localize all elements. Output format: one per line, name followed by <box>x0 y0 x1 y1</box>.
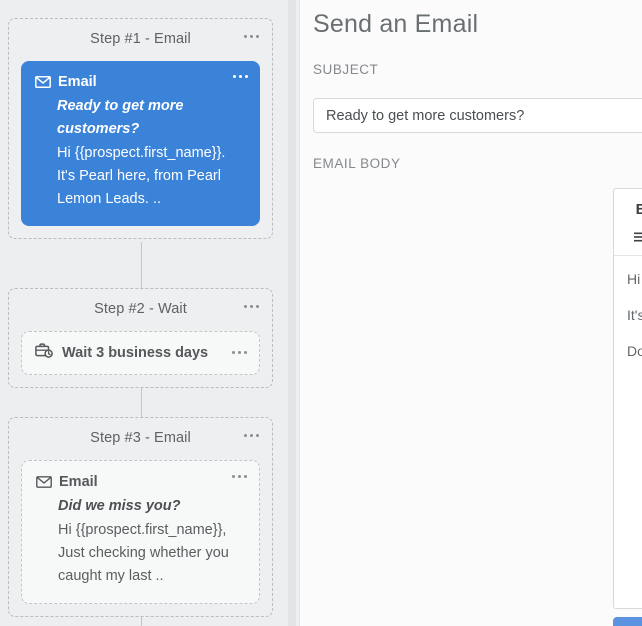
email-body-editor[interactable]: Hi {{prospect.first_name}}. It's Pearl h… <box>614 256 642 608</box>
sequence-pane-scrollbar[interactable] <box>284 0 300 626</box>
step-header-2: Step #2 - Wait <box>9 289 272 331</box>
node-preview-1: Ready to get more customers? Hi {{prospe… <box>57 95 246 211</box>
step-title-2: Step #2 - Wait <box>94 301 187 317</box>
email-body-label: EMAIL BODY <box>313 156 401 171</box>
page-title: Send an Email <box>313 10 479 38</box>
sequence-pane: Step #1 - Email Email Ready to get more … <box>0 0 284 626</box>
subject-input[interactable] <box>313 98 642 133</box>
node-body-preview-3: Hi {{prospect.first_name}}, Just checkin… <box>58 521 229 584</box>
align-icon[interactable] <box>628 225 642 249</box>
step-header-1: Step #1 - Email <box>9 19 272 61</box>
node-header-3: Email <box>36 474 245 490</box>
editor-toolbar: B I U S ” Normal ▲▼ A A <box>614 189 642 256</box>
step-menu-icon-3[interactable] <box>243 434 259 438</box>
node-subject-preview-3: Did we miss you? <box>58 498 181 514</box>
body-paragraph: It's Pearl here, from Pearl Lemon Leads. <box>627 307 642 324</box>
sequence-editor-screen: Step #1 - Email Email Ready to get more … <box>0 0 642 626</box>
node-subject-preview-1: Ready to get more customers? <box>57 98 184 137</box>
subject-label: SUBJECT <box>313 62 379 77</box>
wait-node-label-2: Wait 3 business days <box>62 345 209 361</box>
node-menu-icon-1[interactable] <box>232 75 248 79</box>
save-button[interactable] <box>613 617 642 626</box>
scrollbar-track[interactable] <box>288 0 296 626</box>
email-node-3[interactable]: Email Did we miss you? Hi {{prospect.fir… <box>21 460 260 604</box>
step-menu-icon-1[interactable] <box>243 35 259 39</box>
body-paragraph: Do you have a moment to consider new lea… <box>627 343 642 360</box>
form-actions <box>613 617 642 626</box>
envelope-icon <box>36 476 52 488</box>
step-title-1: Step #1 - Email <box>90 31 191 47</box>
node-header-1: Email <box>35 74 246 90</box>
toolbar-row-2: img Tx <box>618 223 642 251</box>
node-body-preview-1: Hi {{prospect.first_name}}. It's Pearl h… <box>57 144 226 207</box>
step-title-3: Step #3 - Email <box>90 430 191 446</box>
node-label-1: Email <box>58 74 97 90</box>
wait-node-2[interactable]: Wait 3 business days <box>21 331 260 375</box>
bold-icon[interactable]: B <box>628 197 642 221</box>
node-label-3: Email <box>59 474 98 490</box>
envelope-icon <box>35 76 51 88</box>
step-header-3: Step #3 - Email <box>9 418 272 460</box>
step-card-1[interactable]: Step #1 - Email Email Ready to get more … <box>8 18 273 239</box>
node-menu-icon-2[interactable] <box>231 351 247 355</box>
toolbar-row-1: B I U S ” Normal ▲▼ A A <box>618 195 642 223</box>
step-menu-icon-2[interactable] <box>243 305 259 309</box>
briefcase-clock-icon <box>35 343 53 363</box>
body-paragraph: Hi {{prospect.first_name}}. <box>627 271 642 287</box>
step-card-2[interactable]: Step #2 - Wait Wait 3 business days <box>8 288 273 388</box>
node-menu-icon-3[interactable] <box>231 475 247 479</box>
step-connector-2-3 <box>141 383 142 417</box>
email-node-1[interactable]: Email Ready to get more customers? Hi {{… <box>21 61 260 226</box>
email-detail-pane: Send an Email SUBJECT EMAIL BODY B I U S… <box>300 0 642 626</box>
node-preview-3: Did we miss you? Hi {{prospect.first_nam… <box>58 495 245 588</box>
step-connector-1-2 <box>141 242 142 288</box>
rich-text-editor[interactable]: B I U S ” Normal ▲▼ A A <box>613 188 642 609</box>
step-card-3[interactable]: Step #3 - Email Email Did we miss you? H… <box>8 417 273 617</box>
